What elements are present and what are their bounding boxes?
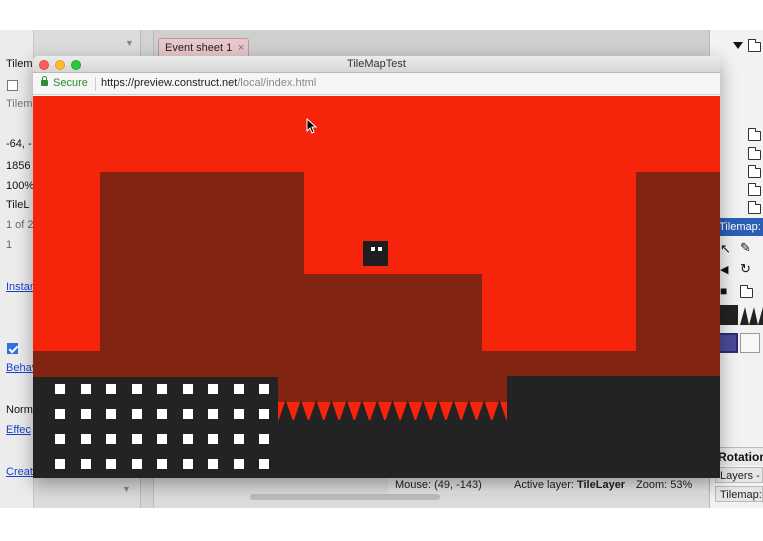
- white-tile: [233, 409, 244, 419]
- address-separator: [95, 77, 96, 91]
- white-tile: [208, 434, 218, 444]
- player-eye-right: [378, 247, 382, 251]
- secure-label: Secure: [53, 77, 88, 89]
- zoom-readout: Zoom: 53%: [636, 479, 693, 491]
- folder-icon[interactable]: [748, 183, 761, 196]
- player-eye-left: [371, 247, 375, 251]
- pointer-tool-icon[interactable]: ↖: [720, 242, 731, 256]
- white-tile: [182, 384, 193, 394]
- window-title: TileMapTest: [347, 58, 406, 70]
- tab-label: Event sheet 1: [165, 42, 233, 54]
- white-tile: [259, 434, 269, 444]
- behaviors-link[interactable]: Behav: [0, 356, 34, 380]
- pencil-tool-icon[interactable]: ✎: [740, 241, 751, 255]
- white-tile: [182, 434, 193, 444]
- rotate-tool-icon[interactable]: ↻: [740, 262, 751, 276]
- white-tile: [106, 409, 116, 419]
- white-tile: [106, 384, 116, 394]
- active-layer-prefix: Active layer:: [514, 479, 574, 491]
- effects-link[interactable]: Effec: [0, 418, 34, 442]
- white-tile: [259, 459, 269, 469]
- horizontal-scrollbar[interactable]: [250, 494, 440, 500]
- folder-icon[interactable]: [748, 201, 761, 214]
- white-tile: [106, 434, 116, 444]
- mouse-position-readout: Mouse: (49, -143): [395, 479, 482, 491]
- url-host: https://preview.construct.net: [101, 77, 238, 89]
- white-tile: [182, 409, 193, 419]
- white-tile: [233, 384, 244, 394]
- game-canvas[interactable]: [33, 96, 720, 478]
- active-layer-name: TileLayer: [576, 479, 626, 491]
- instance-variables-link[interactable]: Instan: [0, 275, 34, 299]
- white-tile: [131, 434, 142, 444]
- white-tile: [233, 459, 244, 469]
- white-tile: [208, 409, 218, 419]
- lock-icon: [41, 76, 48, 86]
- open-folder-icon[interactable]: [740, 285, 753, 298]
- spike-row: [278, 400, 507, 422]
- white-tile: [157, 409, 167, 419]
- white-tile: [55, 409, 65, 419]
- white-tile: [80, 409, 91, 419]
- white-tile: [55, 459, 65, 469]
- scroll-down-icon-bottom[interactable]: ▼: [122, 484, 131, 494]
- status-bar: Mouse: (49, -143) Active layer: TileLaye…: [388, 476, 708, 494]
- preview-browser-window: TileMapTest Secure https://preview.const…: [33, 56, 720, 478]
- folder-icon[interactable]: [748, 128, 761, 141]
- white-tile: [131, 459, 142, 469]
- tilemap-bar-header: Tilemap: T: [717, 218, 763, 236]
- prop-row-index: 1: [6, 239, 13, 251]
- tile-swatch-dark[interactable]: [718, 305, 738, 325]
- white-tile: [80, 384, 91, 394]
- white-tile: [182, 459, 193, 469]
- prop-row-name: Tilem: [6, 58, 33, 70]
- white-tile: [157, 384, 167, 394]
- tab-event-sheet-1[interactable]: Event sheet 1 ×: [158, 38, 250, 57]
- folder-icon[interactable]: [748, 165, 761, 178]
- folder-icon[interactable]: [748, 147, 761, 160]
- window-titlebar[interactable]: TileMapTest: [33, 56, 720, 73]
- prop-row-type: Tilem: [6, 98, 33, 110]
- expand-triangle-icon[interactable]: [733, 42, 743, 49]
- white-tile: [80, 434, 91, 444]
- right-ground-block: [507, 376, 720, 478]
- white-tile: [55, 384, 65, 394]
- prop-checkbox[interactable]: [7, 80, 18, 91]
- create-link[interactable]: Creat: [0, 460, 34, 484]
- scroll-down-icon[interactable]: ▼: [125, 38, 134, 48]
- white-tile: [157, 434, 167, 444]
- white-tile: [233, 434, 244, 444]
- white-tile: [208, 384, 218, 394]
- rotation-label: Rotation: [716, 447, 763, 465]
- screen: Tilem Tilem -64, - 1856 100% TileL 1 of …: [0, 0, 763, 541]
- url-field[interactable]: https://preview.construct.net/local/inde…: [101, 77, 316, 89]
- active-layer-readout: Active layer: TileLayer: [514, 476, 625, 494]
- white-tile: [259, 384, 269, 394]
- white-tile: [208, 459, 218, 469]
- white-tile: [55, 434, 65, 444]
- white-tile: [259, 409, 269, 419]
- mirror-tool-icon[interactable]: ◀: [720, 263, 728, 277]
- tab-layers[interactable]: Layers -: [715, 467, 763, 483]
- mouse-cursor-icon: [306, 118, 318, 134]
- address-bar[interactable]: Secure https://preview.construct.net/loc…: [33, 73, 720, 95]
- tab-tilemap[interactable]: Tilemap:: [715, 486, 763, 502]
- visible-checkbox[interactable]: [7, 343, 18, 354]
- close-icon[interactable]: ×: [238, 39, 244, 57]
- prop-row-position[interactable]: -64, -: [0, 132, 34, 156]
- white-tile: [131, 409, 142, 419]
- tile-swatch-white[interactable]: [740, 333, 760, 353]
- folder-icon[interactable]: [748, 39, 761, 52]
- white-tile: [131, 384, 142, 394]
- spike-pit-floor: [278, 420, 507, 478]
- white-tile: [157, 459, 167, 469]
- url-path: /local/index.html: [237, 77, 317, 89]
- white-tile: [80, 459, 91, 469]
- tile-swatch-selected[interactable]: [718, 333, 738, 353]
- player-sprite: [363, 241, 388, 266]
- save-icon[interactable]: ■: [720, 284, 727, 298]
- tile-swatch-spikes[interactable]: [740, 305, 763, 325]
- white-tile: [106, 459, 116, 469]
